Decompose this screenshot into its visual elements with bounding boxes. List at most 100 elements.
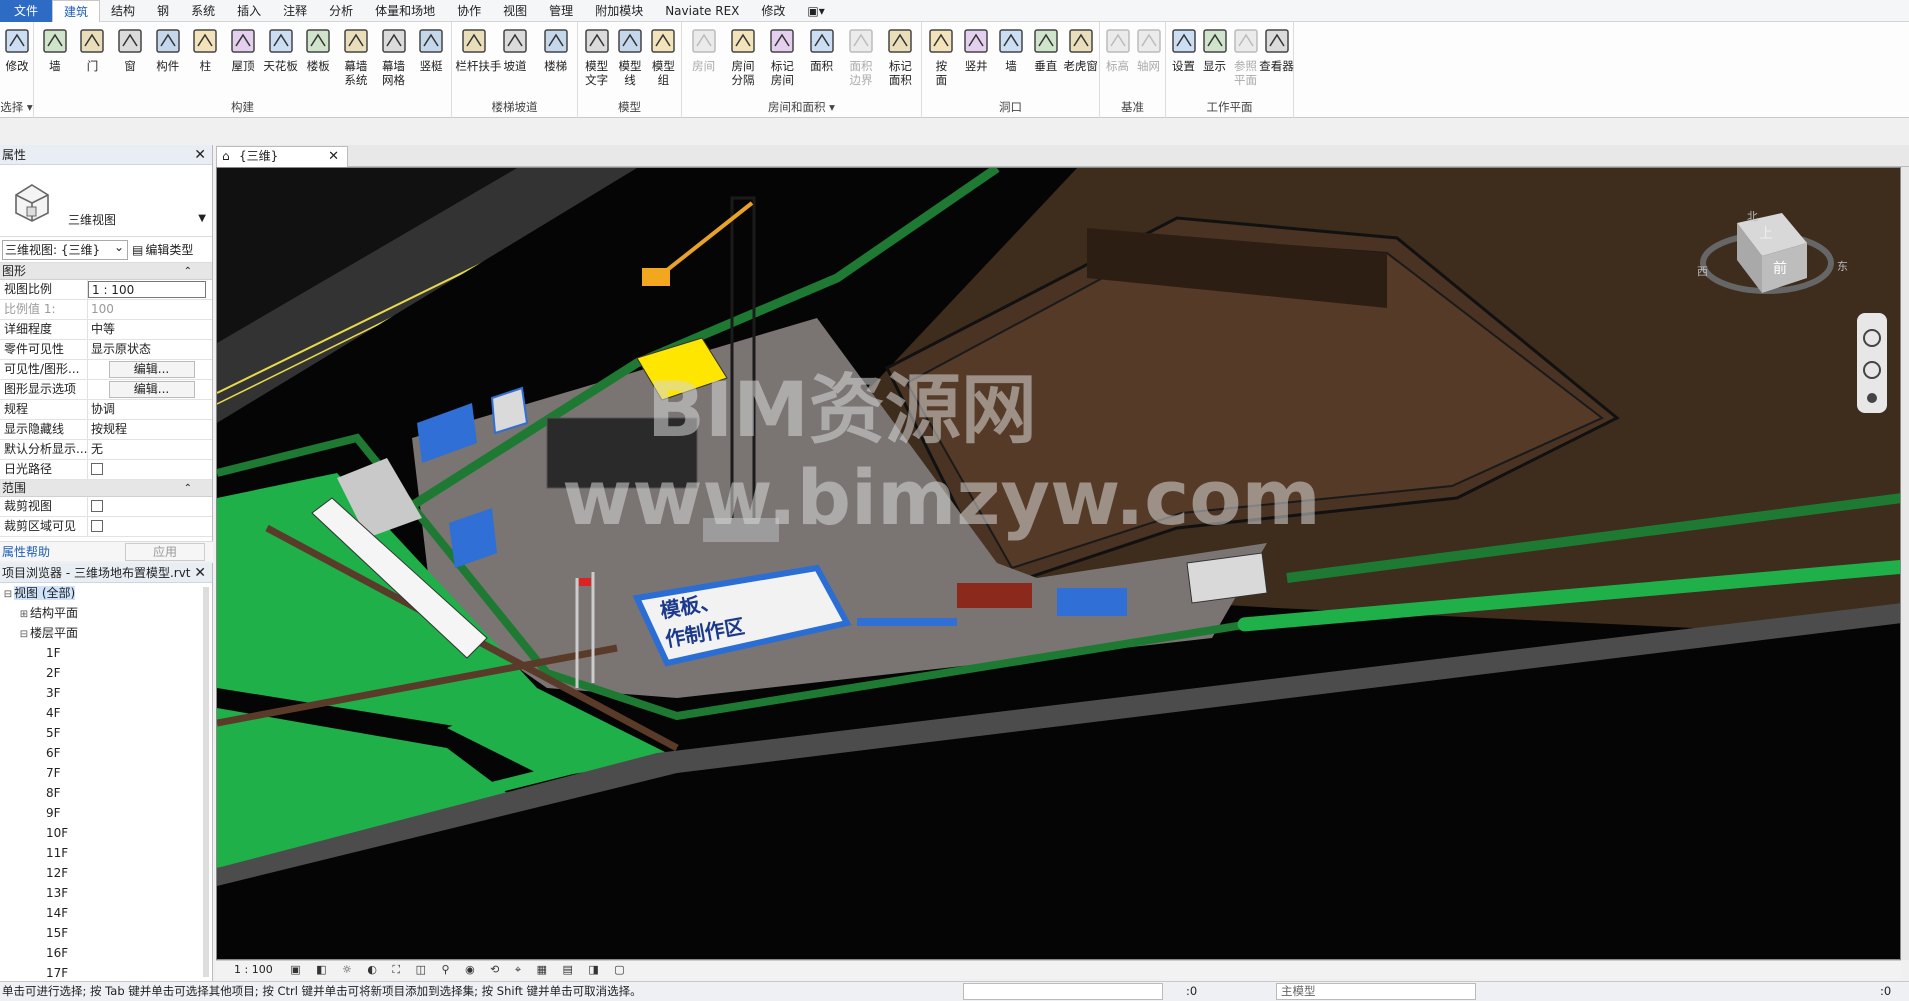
- tree-node-level[interactable]: 7F: [0, 763, 212, 783]
- tool-area[interactable]: 面积: [803, 26, 841, 73]
- ribbon-tab[interactable]: 钢: [146, 0, 180, 22]
- view-instance-select[interactable]: 三维视图: {三维}: [2, 238, 128, 260]
- tab-3d-view[interactable]: ⌂ {三维} ✕: [216, 146, 348, 167]
- viewport-scrollbar[interactable]: [1901, 167, 1909, 960]
- tree-node-level[interactable]: 14F: [0, 903, 212, 923]
- tool-model-group[interactable]: 模型 组: [644, 26, 682, 87]
- ribbon-tab[interactable]: 注释: [272, 0, 318, 22]
- tool-stair[interactable]: 楼梯: [537, 26, 575, 73]
- tree-node-level[interactable]: 12F: [0, 863, 212, 883]
- edit-button[interactable]: 编辑...: [108, 381, 195, 398]
- expand-toggle-icon[interactable]: ⊟: [2, 585, 14, 605]
- tool-floor[interactable]: 楼板: [299, 26, 337, 73]
- tree-node-level[interactable]: 1F: [0, 643, 212, 663]
- view-control-icons[interactable]: ▣ ◧ ☼ ◐ ⛶ ◫ ⚲ ◉ ⟲ ⌖ ▦ ▤ ◨ ▢: [290, 963, 630, 976]
- tree-node-level[interactable]: 15F: [0, 923, 212, 943]
- expand-toggle-icon[interactable]: ⊟: [18, 625, 30, 645]
- property-value[interactable]: 1 : 100: [88, 281, 206, 298]
- ribbon-tab[interactable]: 文件: [0, 0, 53, 22]
- type-selector[interactable]: 三维视图 ▼: [0, 165, 212, 237]
- ribbon-tab[interactable]: 视图: [492, 0, 538, 22]
- close-icon[interactable]: ✕: [194, 563, 206, 583]
- ribbon-tab[interactable]: Naviate REX: [654, 0, 750, 22]
- compass-east[interactable]: 东: [1837, 258, 1848, 274]
- viewcube-front-label[interactable]: 前: [1773, 258, 1787, 278]
- tool-by-face[interactable]: 按 面: [922, 26, 960, 87]
- tool-curtain-system[interactable]: 幕墙 系统: [337, 26, 375, 87]
- expand-toggle-icon[interactable]: ⊞: [18, 605, 30, 625]
- tool-room[interactable]: 房间: [685, 26, 723, 73]
- tree-node-level[interactable]: 10F: [0, 823, 212, 843]
- tree-node-level[interactable]: 13F: [0, 883, 212, 903]
- tree-node-structural-plans[interactable]: ⊞ 结构平面: [0, 603, 212, 623]
- tree-node-level[interactable]: 4F: [0, 703, 212, 723]
- tree-node-views[interactable]: ⊟ 视图 (全部): [0, 583, 212, 603]
- tool-viewer[interactable]: 查看器: [1258, 26, 1296, 73]
- ribbon-tab[interactable]: 体量和场地: [364, 0, 446, 22]
- ribbon-tab[interactable]: 结构: [100, 0, 146, 22]
- tool-area-boundary[interactable]: 面积 边界: [842, 26, 880, 87]
- tool-model-text[interactable]: 模型 文字: [578, 26, 616, 87]
- compass-west[interactable]: 西: [1697, 263, 1708, 279]
- dropdown-icon[interactable]: ▼: [198, 213, 206, 224]
- compass-north[interactable]: 北: [1747, 208, 1758, 224]
- 3d-viewport[interactable]: 上 前 北 东 西 模板、 作制作区 BIM资源网 www.bimzyw.com: [216, 167, 1901, 960]
- property-section[interactable]: 图形 ⌃: [0, 263, 212, 280]
- edit-button[interactable]: 编辑...: [108, 361, 195, 378]
- apply-button[interactable]: 应用: [125, 542, 205, 561]
- close-icon[interactable]: ✕: [328, 147, 339, 166]
- ribbon-tab[interactable]: 协作: [446, 0, 492, 22]
- properties-help-link[interactable]: 属性帮助: [2, 543, 50, 560]
- tool-tag-room[interactable]: 标记 房间: [763, 26, 801, 87]
- tool-railing[interactable]: 栏杆扶手: [455, 26, 501, 73]
- tool-grid[interactable]: 轴网: [1130, 26, 1168, 73]
- ribbon-tab[interactable]: 附加模块: [584, 0, 654, 22]
- tool-model-line[interactable]: 模型 线: [611, 26, 649, 87]
- navigation-bar[interactable]: [1857, 313, 1887, 413]
- property-checkbox[interactable]: [91, 520, 103, 532]
- property-checkbox[interactable]: [91, 500, 103, 512]
- tool-shaft[interactable]: 竖井: [957, 26, 995, 73]
- tool-dormer[interactable]: 老虎窗: [1062, 26, 1100, 73]
- tree-node-level[interactable]: 5F: [0, 723, 212, 743]
- tree-node-level[interactable]: 9F: [0, 803, 212, 823]
- ribbon-tab[interactable]: 建筑: [52, 0, 101, 22]
- browser-scrollbar[interactable]: [203, 587, 209, 977]
- tool-wall[interactable]: 墙: [36, 26, 74, 73]
- ribbon-tab[interactable]: 分析: [318, 0, 364, 22]
- filter-count[interactable]: :0: [1186, 982, 1197, 1001]
- property-checkbox[interactable]: [91, 463, 103, 475]
- ribbon-tab[interactable]: 修改: [750, 0, 796, 22]
- selection-count[interactable]: :0: [1880, 982, 1891, 1001]
- tool-vertical[interactable]: 垂直: [1027, 26, 1065, 73]
- tool-mullion[interactable]: 竖梃: [412, 26, 450, 73]
- ribbon-tab[interactable]: 管理: [538, 0, 584, 22]
- context-dropdown-icon[interactable]: ▣▾: [796, 0, 835, 22]
- tool-wall-opening[interactable]: 墙: [992, 26, 1030, 73]
- tool-ceiling[interactable]: 天花板: [262, 26, 300, 73]
- tool-cursor[interactable]: 修改: [0, 26, 36, 73]
- tree-node-level[interactable]: 2F: [0, 663, 212, 683]
- view-scale[interactable]: 1 : 100: [234, 963, 273, 976]
- tool-component[interactable]: 构件: [149, 26, 187, 73]
- property-section[interactable]: 范围 ⌃: [0, 480, 212, 497]
- design-option-select[interactable]: 主模型: [1276, 983, 1476, 1000]
- tree-node-floor-plans[interactable]: ⊟ 楼层平面: [0, 623, 212, 643]
- tool-tag-area[interactable]: 标记 面积: [881, 26, 919, 87]
- tool-window[interactable]: 窗: [111, 26, 149, 73]
- tool-curtain-grid[interactable]: 幕墙 网格: [375, 26, 413, 87]
- tree-node-level[interactable]: 16F: [0, 943, 212, 963]
- tree-node-level[interactable]: 17F: [0, 963, 212, 981]
- tool-ramp[interactable]: 坡道: [496, 26, 534, 73]
- close-icon[interactable]: ✕: [194, 145, 206, 165]
- ribbon-tab[interactable]: 插入: [226, 0, 272, 22]
- viewcube-top-label[interactable]: 上: [1759, 223, 1773, 243]
- tree-node-level[interactable]: 11F: [0, 843, 212, 863]
- tree-node-level[interactable]: 8F: [0, 783, 212, 803]
- workset-field[interactable]: [963, 983, 1163, 1000]
- tool-door[interactable]: 门: [73, 26, 111, 73]
- ribbon-tab[interactable]: 系统: [180, 0, 226, 22]
- collapse-icon[interactable]: ⌃: [184, 480, 192, 497]
- tool-roof[interactable]: 屋顶: [224, 26, 262, 73]
- tree-node-level[interactable]: 3F: [0, 683, 212, 703]
